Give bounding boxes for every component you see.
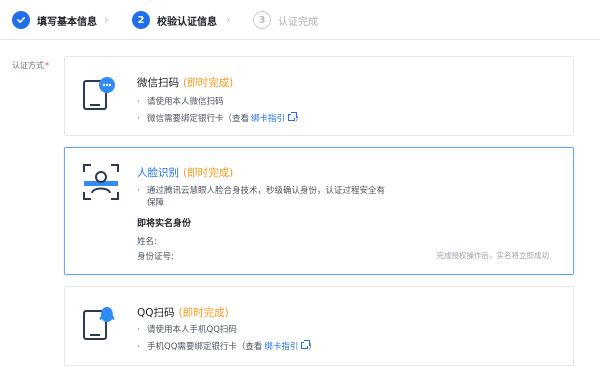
chevron-right-icon: ›: [104, 13, 109, 26]
step-label: 校验认证信息: [157, 16, 217, 28]
instant-hint: (即时完成): [183, 167, 234, 179]
bind-card-guide-link[interactable]: 绑卡指引: [264, 342, 298, 352]
step-number: 2: [132, 11, 150, 29]
face-scan-icon: [81, 162, 121, 202]
option-line: · 请使用本人微信扫码: [137, 97, 224, 107]
option-wechat-scan[interactable]: 微信扫码 (即时完成) · 请使用本人微信扫码 · 微信需要绑定银行卡（查看 绑卡指引）: [64, 56, 574, 136]
option-title: 人脸识别 (即时完成): [137, 167, 234, 179]
option-line: 保障: [147, 198, 165, 208]
identity-subhead: 即将实名身份: [137, 219, 192, 229]
name-label: 姓名:: [137, 237, 157, 247]
step-fill-basic-info: 填写基本信息: [12, 10, 97, 30]
option-title: QQ扫码 (即时完成): [137, 307, 229, 319]
option-line: · 通过腾讯云慧眼人脸合身技术，秒级确认身份，认证过程安全有: [137, 186, 386, 196]
check-icon: [12, 11, 30, 29]
required-mark: *: [45, 61, 49, 70]
auth-method-label: 认证方式*: [12, 61, 49, 70]
qq-phone-icon: [81, 305, 121, 345]
instant-hint: (即时完成): [178, 307, 229, 319]
option-face-recognition[interactable]: 人脸识别 (即时完成) · 通过腾讯云慧眼人脸合身技术，秒级确认身份，认证过程安全有…: [64, 147, 574, 275]
stepper: 填写基本信息 › 2 校验认证信息 › 3 认证完成: [0, 0, 600, 40]
step-complete: 3 认证完成: [253, 10, 318, 30]
option-line: · 请使用本人手机QQ扫码: [137, 325, 237, 335]
wechat-phone-icon: [81, 75, 121, 115]
step-verify-info: 2 校验认证信息: [132, 10, 217, 30]
step-number: 3: [253, 11, 271, 29]
option-line: · 手机QQ需要绑定银行卡（查看 绑卡指引）: [137, 340, 317, 352]
option-qq-scan[interactable]: QQ扫码 (即时完成) · 请使用本人手机QQ扫码 · 手机QQ需要绑定银行卡（查看绑…: [64, 286, 574, 366]
external-link-icon[interactable]: [301, 340, 311, 349]
step-label: 填写基本信息: [37, 16, 97, 28]
auth-note: 完成授权操作后，实名将立即成功: [436, 251, 550, 260]
option-title: 微信扫码 (即时完成): [137, 77, 234, 89]
instant-hint: (即时完成): [183, 77, 234, 89]
step-label: 认证完成: [278, 16, 318, 28]
external-link-icon[interactable]: [288, 112, 298, 121]
option-line: · 微信需要绑定银行卡（查看 绑卡指引）: [137, 112, 304, 124]
bind-card-guide-link[interactable]: 绑卡指引: [251, 114, 285, 124]
id-number-label: 身份证号:: [137, 252, 174, 262]
chevron-right-icon: ›: [226, 13, 231, 26]
